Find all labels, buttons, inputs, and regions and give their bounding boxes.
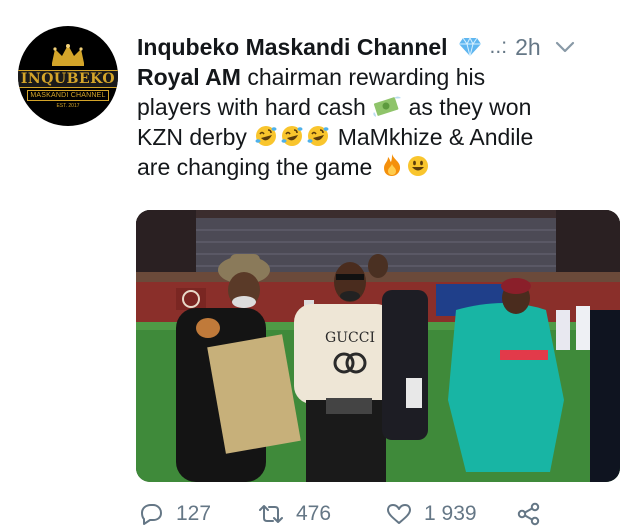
share-button[interactable] xyxy=(516,502,542,526)
tweet-text-line2: players with hard cash xyxy=(137,94,373,120)
diamond-icon xyxy=(458,37,481,57)
display-name[interactable]: Inqubeko Maskandi Channel xyxy=(137,34,448,61)
retweet-button[interactable]: 476 xyxy=(258,502,386,526)
retweet-icon xyxy=(259,505,283,523)
tweet-card[interactable]: INQUBEKO MASKANDI CHANNEL EST. 2017 Inqu… xyxy=(0,0,640,528)
tweet-text: Royal AM chairman rewarding his players … xyxy=(137,62,627,182)
avatar-brand: INQUBEKO xyxy=(18,70,118,88)
tweet-header: Inqubeko Maskandi Channel ..: 2h xyxy=(137,32,626,62)
reply-icon xyxy=(141,504,162,525)
fire-icon xyxy=(383,154,400,176)
mention-royal-am[interactable]: Royal AM xyxy=(137,64,241,90)
like-button[interactable]: 1 939 xyxy=(386,502,516,526)
avatar-subtitle: MASKANDI CHANNEL xyxy=(27,90,109,101)
grinning-face-icon xyxy=(407,156,428,176)
tweet-media-video[interactable]: GUCCI xyxy=(136,210,620,482)
heart-icon xyxy=(387,504,411,524)
reply-button[interactable]: 127 xyxy=(138,502,258,526)
crown-icon xyxy=(52,44,84,66)
tweet-actions: 127 476 1 939 xyxy=(138,500,628,528)
gucci-shirt-text: GUCCI xyxy=(325,330,375,346)
share-icon xyxy=(517,502,540,526)
tweet-text-line1: chairman rewarding his xyxy=(240,64,486,90)
rolling-on-floor-laughing-icon xyxy=(255,126,277,146)
tweet-text-line3: KZN derby xyxy=(137,124,254,150)
like-count: 1 939 xyxy=(424,502,477,525)
money-with-wings-icon xyxy=(373,96,402,117)
tweet-text-line4: are changing the game xyxy=(137,154,379,180)
avatar[interactable]: INQUBEKO MASKANDI CHANNEL EST. 2017 xyxy=(18,26,118,126)
tweet-text-line3-after: MaMkhize & Andile xyxy=(331,124,534,150)
retweet-count: 476 xyxy=(296,502,332,525)
rolling-on-floor-laughing-icon xyxy=(307,126,329,146)
timestamp[interactable]: 2h xyxy=(515,34,541,61)
chevron-down-icon[interactable] xyxy=(555,40,575,54)
avatar-est: EST. 2017 xyxy=(56,103,80,109)
video-frame: GUCCI xyxy=(136,210,620,482)
reply-count: 127 xyxy=(176,502,212,525)
user-handle[interactable]: ..: xyxy=(490,35,508,59)
rolling-on-floor-laughing-icon xyxy=(281,126,303,146)
tweet-text-line2-after: as they won xyxy=(402,94,532,120)
